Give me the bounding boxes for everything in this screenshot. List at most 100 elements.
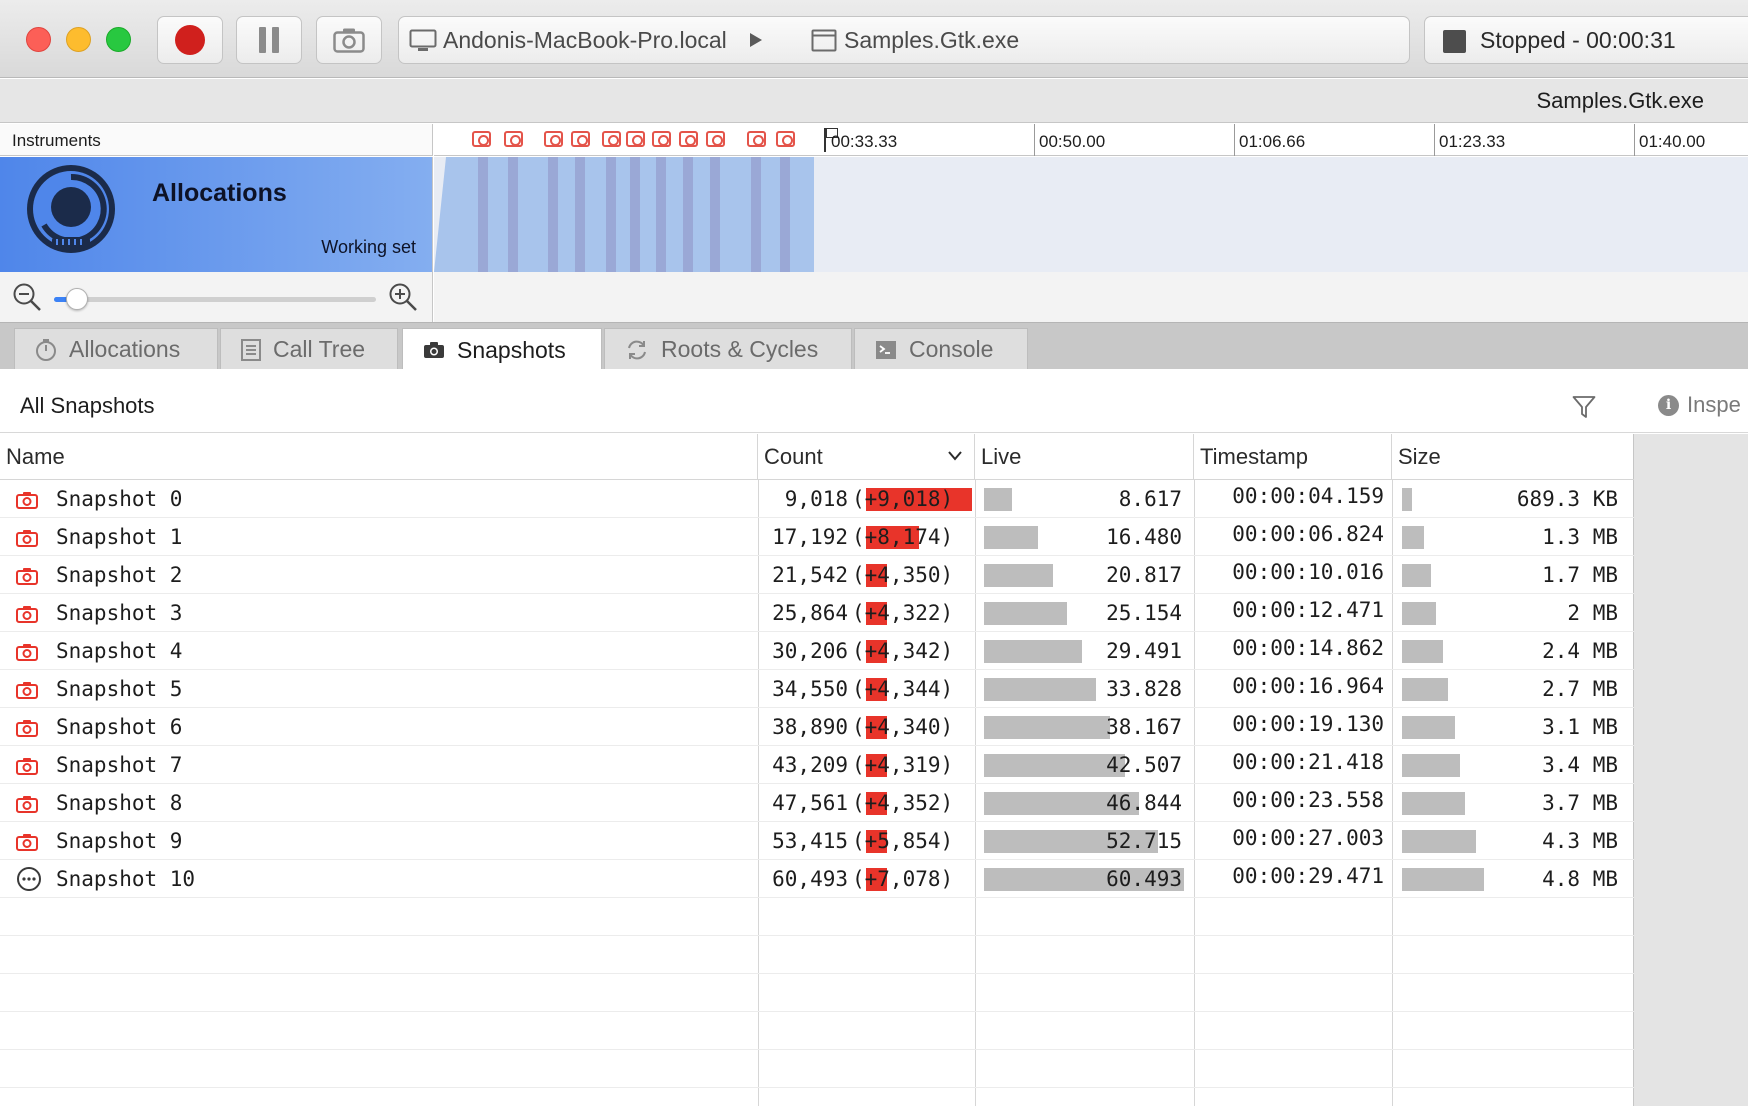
device-name[interactable]: Andonis-MacBook-Pro.local (443, 27, 727, 54)
camera-icon (16, 604, 38, 628)
info-icon: i (1658, 394, 1679, 416)
count-value: 34,550 (772, 677, 848, 701)
timeline-spacer (434, 272, 1748, 322)
snapshot-marker-icon[interactable] (504, 131, 523, 147)
count-delta: (+9,018) (852, 487, 954, 511)
column-header-live[interactable]: Live (975, 434, 1194, 480)
snapshot-name: Snapshot 8 (56, 791, 183, 815)
zoom-in-icon[interactable] (388, 282, 418, 312)
detail-tab-bar: Allocations Call Tree Snapshots Roots & … (0, 322, 1748, 371)
snapshot-marker-icon[interactable] (679, 131, 698, 147)
ruler-tick: 01:23.33 (1434, 124, 1505, 156)
size-value: 2.7 MB (1542, 677, 1618, 701)
snapshot-marker-icon[interactable] (626, 131, 645, 147)
snapshot-marker-icon[interactable] (706, 131, 725, 147)
size-value: 689.3 KB (1516, 487, 1618, 511)
target-name[interactable]: Samples.Gtk.exe (844, 27, 1019, 54)
zoom-window-button[interactable] (106, 27, 131, 52)
size-value: 2 MB (1567, 601, 1618, 625)
working-set-graph (434, 157, 814, 272)
snapshot-marker-icon[interactable] (472, 131, 491, 147)
table-row[interactable]: Snapshot 4 30,206 (+4,342) 29.491 00:00:14.8… (0, 632, 1634, 670)
column-header-size[interactable]: Size (1392, 434, 1634, 480)
camera-icon (333, 28, 365, 53)
table-row[interactable]: Snapshot 9 53,415 (+5,854) 52.715 00:00:27.0… (0, 822, 1634, 860)
snapshot-marker-icon[interactable] (776, 131, 795, 147)
size-value: 3.7 MB (1542, 791, 1618, 815)
snapshot-marker-icon[interactable] (747, 131, 766, 147)
pause-button[interactable] (236, 16, 302, 64)
count-value: 25,864 (772, 601, 848, 625)
timeline-ruler[interactable]: 00:33.33 00:50.00 01:06.66 01:23.33 01:4… (434, 124, 1748, 156)
count-value: 53,415 (772, 829, 848, 853)
table-row[interactable]: Snapshot 5 34,550 (+4,344) 33.828 00:00:16.9… (0, 670, 1634, 708)
tab-allocations[interactable]: Allocations (14, 328, 218, 370)
table-row[interactable]: Snapshot 8 47,561 (+4,352) 46.844 00:00:23.5… (0, 784, 1634, 822)
live-value: 8.617 (1118, 487, 1182, 511)
tab-roots-cycles[interactable]: Roots & Cycles (604, 328, 852, 370)
table-row[interactable]: Snapshot 2 21,542 (+4,350) 20.817 00:00:10.0… (0, 556, 1634, 594)
timestamp-value: 00:00:12.471 (1232, 598, 1384, 622)
tab-call-tree[interactable]: Call Tree (220, 328, 398, 370)
live-value: 60.493 (1106, 867, 1182, 891)
target-selector[interactable]: Andonis-MacBook-Pro.local Samples.Gtk.ex… (398, 16, 1410, 64)
zoom-controls (0, 272, 433, 322)
zoom-slider[interactable] (54, 297, 376, 302)
close-window-button[interactable] (26, 27, 51, 52)
record-button[interactable] (157, 16, 223, 64)
camera-icon (16, 528, 38, 552)
count-value: 9,018 (784, 487, 848, 511)
track-title: Allocations (152, 179, 287, 207)
column-header-name[interactable]: Name (0, 434, 758, 480)
count-delta: (+4,319) (852, 753, 954, 777)
zoom-slider-knob[interactable] (66, 288, 88, 310)
inspector-button[interactable]: i Inspe (1658, 392, 1741, 418)
recording-status: Stopped - 00:00:31 (1424, 16, 1748, 64)
snapshot-name: Snapshot 7 (56, 753, 183, 777)
snapshots-table: Name Count Live Timestamp Size Snapshot … (0, 434, 1634, 1106)
snapshot-name: Snapshot 3 (56, 601, 183, 625)
table-row[interactable]: Snapshot 6 38,890 (+4,340) 38.167 00:00:19.1… (0, 708, 1634, 746)
count-delta: (+4,322) (852, 601, 954, 625)
live-value: 20.817 (1106, 563, 1182, 587)
count-value: 38,890 (772, 715, 848, 739)
camera-icon (16, 490, 38, 514)
cycle-icon (628, 340, 646, 359)
document-title: Samples.Gtk.exe (1536, 88, 1704, 113)
empty-row (0, 936, 1634, 974)
table-row[interactable]: Snapshot 1 17,192 (+8,174) 16.480 00:00:06.8… (0, 518, 1634, 556)
tab-console[interactable]: Console (854, 328, 1028, 370)
pending-snapshot-icon (16, 866, 42, 897)
live-bar (984, 754, 1125, 777)
snapshot-marker-icon[interactable] (602, 131, 621, 147)
timestamp-value: 00:00:19.130 (1232, 712, 1384, 736)
allocations-track-graph[interactable] (434, 157, 1748, 272)
ruler-tick: 00:50.00 (1034, 124, 1105, 156)
size-value: 4.3 MB (1542, 829, 1618, 853)
minimize-window-button[interactable] (66, 27, 91, 52)
snapshot-marker-icon[interactable] (571, 131, 590, 147)
call-tree-icon (241, 338, 261, 361)
snapshot-name: Snapshot 9 (56, 829, 183, 853)
filter-icon[interactable] (1572, 395, 1596, 419)
zoom-out-icon[interactable] (12, 282, 42, 312)
count-value: 17,192 (772, 525, 848, 549)
snapshot-marker-icon[interactable] (544, 131, 563, 147)
flag-icon[interactable] (824, 128, 838, 152)
column-header-count[interactable]: Count (758, 434, 975, 480)
timestamp-value: 00:00:23.558 (1232, 788, 1384, 812)
size-bar (1402, 830, 1476, 853)
column-header-timestamp[interactable]: Timestamp (1194, 434, 1392, 480)
table-row[interactable]: Snapshot 0 9,018 (+9,018) 8.617 00:00:04.159… (0, 480, 1634, 518)
tab-snapshots[interactable]: Snapshots (402, 328, 602, 371)
table-row[interactable]: Snapshot 3 25,864 (+4,322) 25.154 00:00:12.4… (0, 594, 1634, 632)
table-row[interactable]: Snapshot 10 60,493 (+7,078) 60.493 00:00:29.… (0, 860, 1634, 898)
allocations-track-header[interactable]: Allocations Working set (0, 157, 433, 272)
count-value: 30,206 (772, 639, 848, 663)
snapshot-button[interactable] (316, 16, 382, 64)
table-row[interactable]: Snapshot 7 43,209 (+4,319) 42.507 00:00:21.4… (0, 746, 1634, 784)
count-value: 43,209 (772, 753, 848, 777)
camera-icon (16, 680, 38, 704)
count-delta: (+4,352) (852, 791, 954, 815)
snapshot-marker-icon[interactable] (652, 131, 671, 147)
